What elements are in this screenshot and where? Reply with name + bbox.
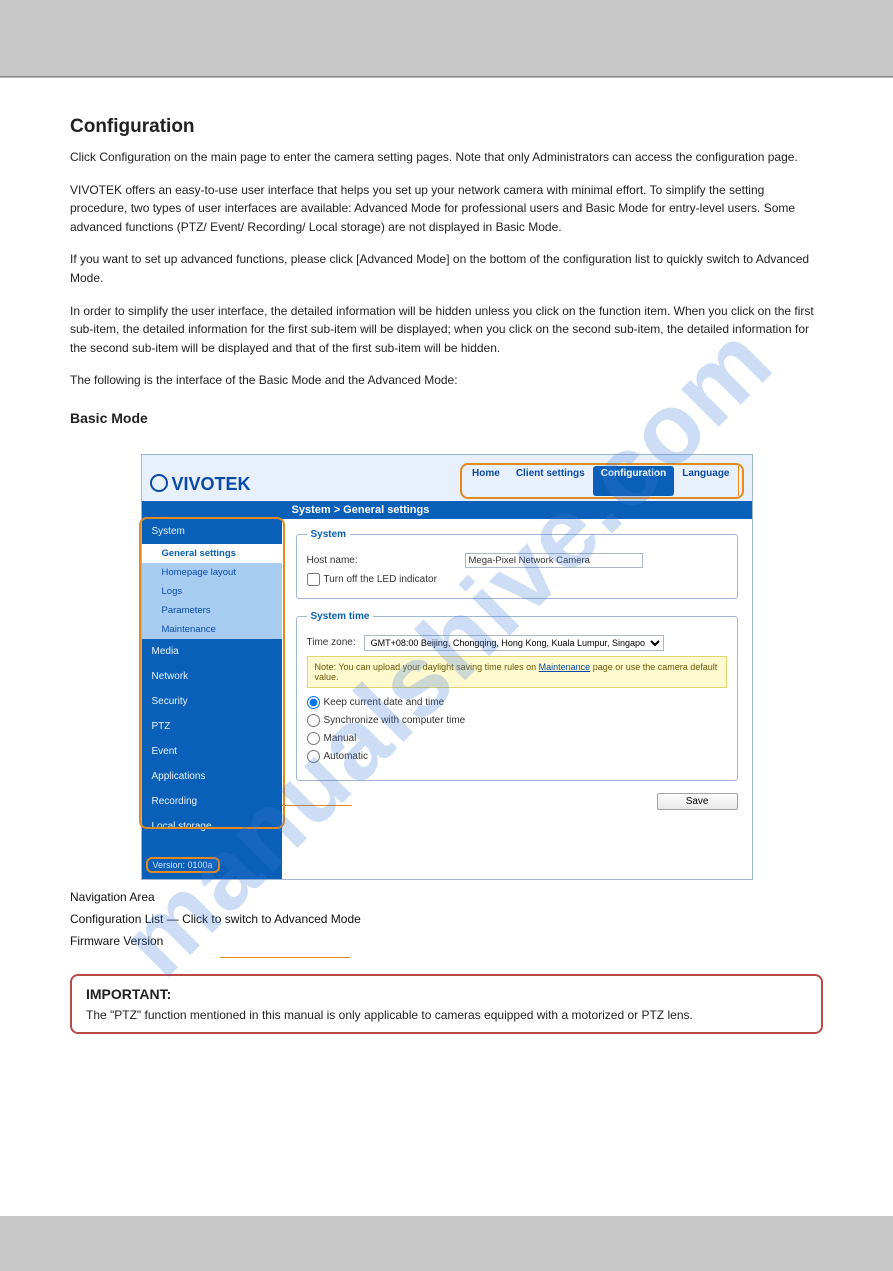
sidebar-sub-homepage-layout[interactable]: Homepage layout — [142, 563, 282, 582]
sidebar-item-applications[interactable]: Applications — [142, 764, 282, 789]
radio-sync[interactable] — [307, 714, 320, 727]
logo-icon — [150, 474, 168, 492]
dst-note-link[interactable]: Maintenance — [539, 662, 591, 672]
section-heading: Configuration — [70, 116, 823, 138]
system-time-panel: System time Time zone: GMT+08:00 Beijing… — [296, 611, 738, 781]
sidebar-item-security[interactable]: Security — [142, 689, 282, 714]
callout-config-list: Configuration List — Click to switch to … — [70, 912, 823, 926]
timezone-row: Time zone: GMT+08:00 Beijing, Chongqing,… — [307, 635, 727, 651]
radio-manual-label: Manual — [324, 733, 357, 744]
radio-auto-row[interactable]: Automatic — [307, 750, 727, 763]
page-header-bar — [0, 0, 893, 77]
screenshot-main: System General settings Homepage layout … — [142, 519, 752, 879]
sidebar-item-event[interactable]: Event — [142, 739, 282, 764]
radio-manual[interactable] — [307, 732, 320, 745]
screenshot: VIVOTEK Home Client settings Configurati… — [141, 454, 753, 880]
sidebar-item-media[interactable]: Media — [142, 639, 282, 664]
sidebar-item-system[interactable]: System — [142, 519, 282, 544]
callout-leader — [282, 805, 352, 806]
para4: The following is the interface of the Ba… — [70, 371, 823, 390]
led-checkbox[interactable] — [307, 573, 320, 586]
nav-language[interactable]: Language — [674, 466, 737, 496]
radio-keep-row[interactable]: Keep current date and time — [307, 696, 727, 709]
para3: In order to simplify the user interface,… — [70, 302, 823, 358]
radio-manual-row[interactable]: Manual — [307, 732, 727, 745]
callout-leader — [220, 957, 350, 958]
sidebar-sub-parameters[interactable]: Parameters — [142, 601, 282, 620]
version-badge: Version: 0100a — [146, 857, 220, 873]
timezone-select[interactable]: GMT+08:00 Beijing, Chongqing, Hong Kong,… — [364, 635, 664, 651]
callout-firmware: Firmware Version — [70, 934, 823, 948]
callout-firmware-label: Firmware Version — [70, 934, 163, 948]
callout-config-label: Configuration List — [70, 912, 163, 926]
radio-keep-label: Keep current date and time — [324, 697, 445, 708]
sidebar: System General settings Homepage layout … — [142, 519, 282, 879]
breadcrumb: System > General settings — [142, 501, 752, 519]
desc-paragraph: VIVOTEK offers an easy-to-use user inter… — [70, 181, 823, 237]
timezone-label: Time zone: — [307, 637, 356, 648]
radio-auto[interactable] — [307, 750, 320, 763]
sidebar-sub-maintenance[interactable]: Maintenance — [142, 620, 282, 639]
divider — [0, 77, 893, 78]
radio-auto-label: Automatic — [324, 751, 368, 762]
system-time-panel-legend: System time — [307, 611, 374, 622]
callout-config-text: Click to switch to Advanced Mode — [182, 912, 361, 926]
note-text: The "PTZ" function mentioned in this man… — [86, 1008, 807, 1022]
top-nav: Home Client settings Configuration Langu… — [460, 463, 743, 499]
sidebar-submenu: General settings Homepage layout Logs Pa… — [142, 544, 282, 639]
logo-text: VIVOTEK — [172, 474, 251, 495]
system-panel: System Host name: Turn off the LED indic… — [296, 529, 738, 599]
callout-nav-area: Navigation Area — [70, 890, 823, 904]
dst-note-a: Note: You can upload your daylight savin… — [315, 662, 539, 672]
intro-paragraph: Click Configuration on the main page to … — [70, 148, 823, 167]
hostname-label: Host name: — [307, 555, 457, 566]
nav-home[interactable]: Home — [464, 466, 508, 496]
sidebar-sub-logs[interactable]: Logs — [142, 582, 282, 601]
system-panel-legend: System — [307, 529, 351, 540]
save-button[interactable]: Save — [657, 793, 738, 810]
logo: VIVOTEK — [150, 474, 251, 501]
content-area: System Host name: Turn off the LED indic… — [282, 519, 752, 879]
radio-sync-label: Synchronize with computer time — [324, 715, 466, 726]
para2: If you want to set up advanced functions… — [70, 250, 823, 287]
nav-client-settings[interactable]: Client settings — [508, 466, 593, 496]
led-checkbox-label: Turn off the LED indicator — [324, 574, 437, 585]
led-checkbox-row[interactable]: Turn off the LED indicator — [307, 573, 727, 586]
sidebar-item-network[interactable]: Network — [142, 664, 282, 689]
note-title: IMPORTANT: — [86, 986, 807, 1002]
screenshot-wrap: VIVOTEK Home Client settings Configurati… — [70, 454, 823, 880]
radio-sync-row[interactable]: Synchronize with computer time — [307, 714, 727, 727]
document-body: manualshive.com Configuration Click Conf… — [0, 86, 893, 1216]
callout-nav-label: Navigation Area — [70, 890, 155, 904]
hostname-input[interactable] — [465, 553, 643, 568]
screenshot-header: VIVOTEK Home Client settings Configurati… — [142, 455, 752, 501]
sidebar-item-local-storage[interactable]: Local storage — [142, 814, 282, 839]
hostname-row: Host name: — [307, 553, 727, 568]
sidebar-sub-general-settings[interactable]: General settings — [142, 544, 282, 563]
important-note: IMPORTANT: The "PTZ" function mentioned … — [70, 974, 823, 1034]
radio-keep[interactable] — [307, 696, 320, 709]
basic-mode-heading: Basic Mode — [70, 408, 823, 430]
sidebar-item-ptz[interactable]: PTZ — [142, 714, 282, 739]
callout-leader — [738, 466, 740, 496]
sidebar-item-recording[interactable]: Recording — [142, 789, 282, 814]
save-row: Save — [296, 793, 738, 810]
dst-note: Note: You can upload your daylight savin… — [307, 656, 727, 688]
nav-configuration[interactable]: Configuration — [593, 466, 675, 496]
